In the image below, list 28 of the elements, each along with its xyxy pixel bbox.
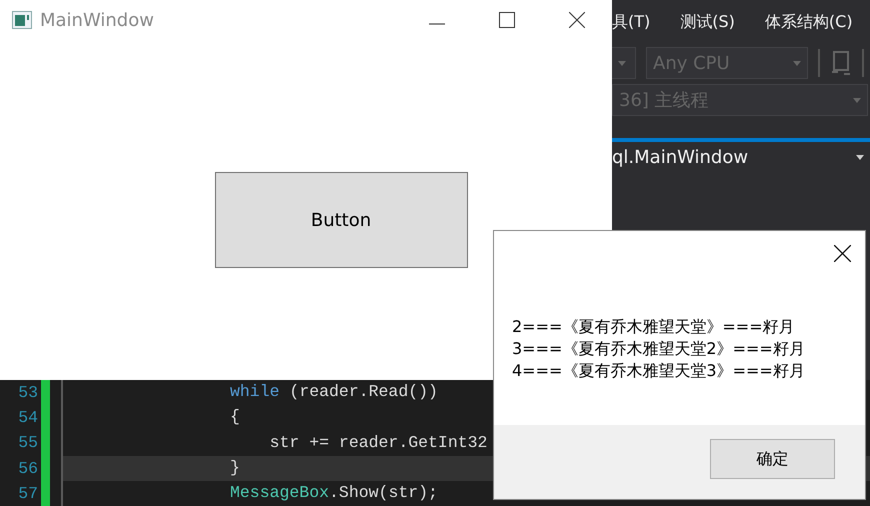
line-number: 55 <box>17 432 38 454</box>
app-icon <box>12 11 32 29</box>
line-number: 56 <box>17 458 38 480</box>
close-icon[interactable] <box>569 12 585 28</box>
menu-item[interactable]: 测试(S) <box>680 10 735 34</box>
code-line: } <box>230 456 240 479</box>
message-text: 3===《夏有乔木雅望天堂2》===籽月 <box>512 338 806 360</box>
code-line: { <box>230 406 240 428</box>
close-icon[interactable] <box>834 245 851 262</box>
maximize-icon[interactable] <box>499 12 515 28</box>
caret-icon <box>856 154 864 160</box>
line-number: 54 <box>17 407 38 430</box>
code-line: MessageBox.Show(str); <box>230 482 438 504</box>
menu-item[interactable]: 具(T) <box>612 10 650 34</box>
caret-icon <box>618 60 626 66</box>
line-number: 53 <box>17 382 38 404</box>
message-text: 2===《夏有乔木雅望天堂》===籽月 <box>512 316 796 338</box>
code-line: str += reader.GetInt32 <box>268 432 488 454</box>
menu-item[interactable]: 体系结构(C) <box>764 10 853 34</box>
type-text: ql.MainWindow <box>612 146 748 170</box>
caret-icon <box>853 98 861 102</box>
line-number: 57 <box>17 482 38 505</box>
code-line: while (reader.Read()) <box>230 381 438 404</box>
message-text: 4===《夏有乔木雅望天堂3》===籽月 <box>512 360 806 382</box>
button[interactable]: Button <box>214 172 468 268</box>
caret-icon <box>793 60 801 66</box>
ok-button[interactable]: 确定 <box>710 439 835 479</box>
window-title: MainWindow <box>40 8 154 32</box>
